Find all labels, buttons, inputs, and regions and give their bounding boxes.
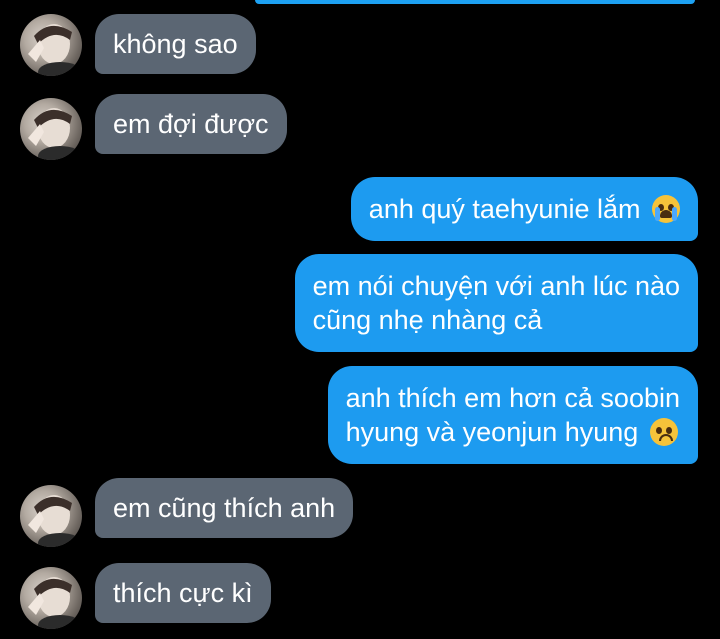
sender-avatar[interactable] [20,14,82,76]
message-text: anh quý taehyunie lắm [368,194,641,224]
avatar-photo-icon [28,108,82,160]
outgoing-message-bubble[interactable]: em nói chuyện với anh lúc nào cũng nhẹ n… [294,254,698,352]
avatar-photo-icon [28,24,82,76]
message-text: em đợi được [113,109,269,139]
sender-avatar[interactable] [20,485,82,547]
message-text-line: em nói chuyện với anh lúc nào [312,271,680,301]
avatar-photo-icon [28,495,82,547]
message-text: thích cực kì [113,578,253,608]
message-text-line: cũng nhẹ nhàng cả [312,305,543,335]
incoming-message-bubble[interactable]: thích cực kì [95,563,271,623]
avatar-photo-icon [28,577,82,629]
incoming-message-bubble[interactable]: em cũng thích anh [95,478,354,538]
message-text: không sao [113,29,238,59]
pleading-face-icon [649,418,678,446]
outgoing-message-bubble[interactable]: anh quý taehyunie lắm [350,177,698,241]
sender-avatar[interactable] [20,98,82,160]
loudly-crying-face-icon [652,195,680,223]
message-text-line: anh thích em hơn cả soobin [345,383,680,413]
sender-avatar[interactable] [20,567,82,629]
message-text: em cũng thích anh [113,493,336,523]
chat-thread: không sao em đợi được anh quý taehyunie … [0,0,720,639]
incoming-message-bubble[interactable]: em đợi được [95,94,287,154]
incoming-message-bubble[interactable]: không sao [95,14,256,74]
message-text-line: hyung và yeonjun hyung [345,417,639,447]
previous-message-edge [255,0,695,4]
outgoing-message-bubble[interactable]: anh thích em hơn cả soobin hyung và yeon… [327,366,698,464]
